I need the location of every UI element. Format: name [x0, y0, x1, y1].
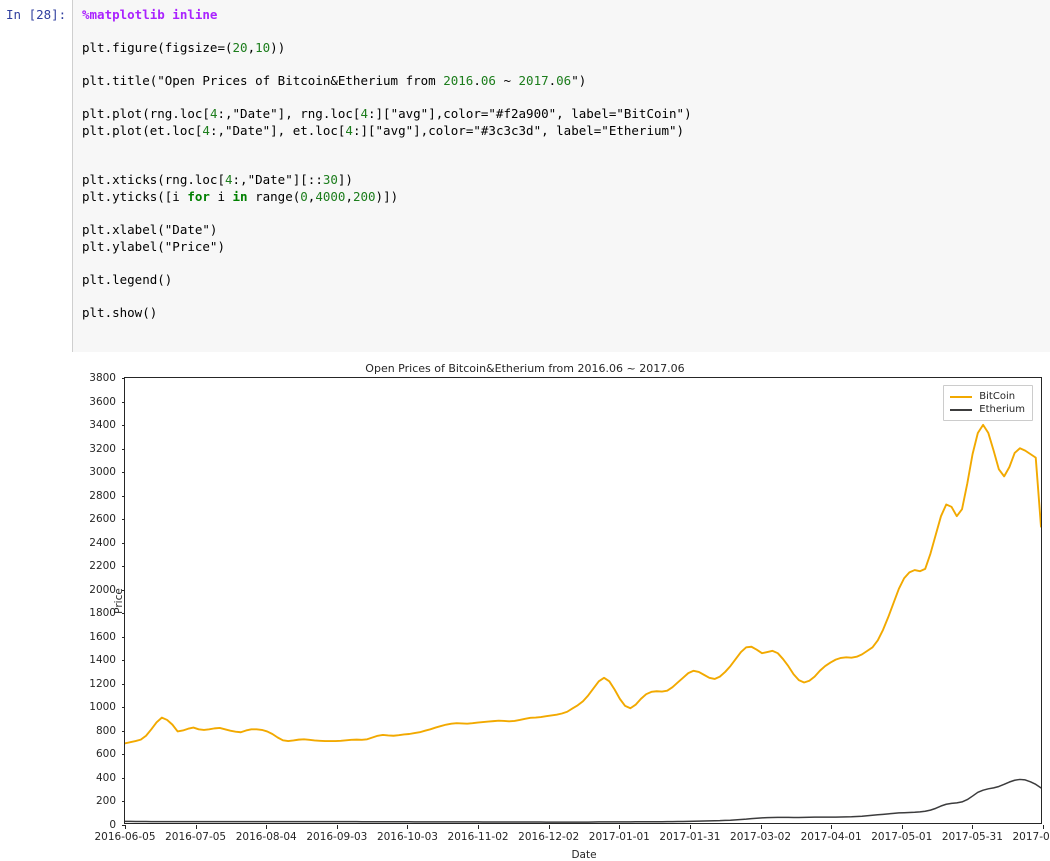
y-tick-label: 200 — [95, 795, 116, 808]
y-tick-mark — [121, 425, 125, 427]
x-tick-mark — [831, 825, 833, 829]
series-line-bitcoin — [125, 425, 1041, 744]
chart-legend: BitCoin Etherium — [943, 385, 1033, 421]
x-tick-mark — [407, 825, 409, 829]
cell-execution-prompt: In [28]: — [6, 7, 67, 22]
x-tick-mark — [901, 825, 903, 829]
y-tick-label: 2800 — [89, 489, 116, 502]
y-tick-label: 3400 — [89, 419, 116, 432]
series-line-etherium — [125, 779, 1041, 822]
x-tick-mark — [619, 825, 621, 829]
y-tick-label: 1600 — [89, 630, 116, 643]
y-tick-label: 2400 — [89, 536, 116, 549]
y-tick-label: 2000 — [89, 583, 116, 596]
code-source[interactable]: %matplotlib inline plt.figure(figsize=(2… — [82, 7, 692, 321]
y-tick-mark — [121, 707, 125, 709]
x-tick-label: 2017-06-30 — [1012, 831, 1050, 843]
y-tick-mark — [121, 566, 125, 568]
y-tick-mark — [121, 801, 125, 803]
code-editor[interactable]: %matplotlib inline plt.figure(figsize=(2… — [72, 0, 1050, 352]
x-tick-mark — [478, 825, 480, 829]
chart-lines-svg — [125, 378, 1041, 823]
y-tick-label: 400 — [95, 771, 116, 784]
notebook-input-cell: In [28]: %matplotlib inline plt.figure(f… — [0, 0, 1050, 352]
y-tick-label: 3800 — [89, 372, 116, 384]
y-tick-mark — [121, 472, 125, 474]
y-tick-label: 2600 — [89, 513, 116, 526]
y-tick-mark — [121, 542, 125, 544]
legend-swatch-etherium — [950, 408, 973, 411]
x-tick-mark — [1043, 825, 1044, 829]
y-tick-label: 800 — [95, 724, 116, 737]
y-tick-label: 1000 — [89, 701, 116, 714]
y-tick-mark — [121, 401, 125, 403]
x-tick-mark — [548, 825, 550, 829]
y-tick-label: 0 — [109, 819, 116, 831]
y-tick-mark — [121, 378, 125, 379]
y-tick-mark — [121, 777, 125, 779]
y-tick-label: 1400 — [89, 654, 116, 667]
x-tick-mark — [972, 825, 974, 829]
legend-label-bitcoin: BitCoin — [979, 391, 1016, 402]
y-tick-label: 1200 — [89, 677, 116, 690]
x-tick-mark — [760, 825, 762, 829]
legend-item-etherium: Etherium — [950, 403, 1025, 416]
chart-plot-area: 0 200 400 600 800 1000 1200 1400 1600 1800 2000 220… — [89, 372, 1050, 861]
y-tick-mark — [121, 636, 125, 638]
chart-title: Open Prices of Bitcoin&Etherium from 201… — [365, 362, 685, 375]
y-tick-label: 1800 — [89, 607, 116, 620]
y-tick-label: 600 — [95, 748, 116, 761]
x-axis-label: Date — [571, 849, 597, 861]
y-tick-mark — [121, 754, 125, 756]
x-tick-mark — [266, 825, 268, 829]
legend-item-bitcoin: BitCoin — [950, 390, 1025, 403]
y-tick-mark — [121, 683, 125, 685]
y-tick-label: 3000 — [89, 466, 116, 479]
y-tick-label: 2200 — [89, 560, 116, 573]
y-axis-label: Price — [113, 587, 125, 614]
x-tick-mark — [689, 825, 691, 829]
x-tick-mark — [195, 825, 197, 829]
y-tick-label: 3200 — [89, 442, 116, 455]
y-tick-mark — [121, 519, 125, 521]
matplotlib-figure-output: Open Prices of Bitcoin&Etherium from 201… — [0, 352, 1050, 861]
y-tick-mark — [121, 660, 125, 662]
y-tick-label: 3600 — [89, 395, 116, 408]
legend-label-etherium: Etherium — [979, 404, 1025, 415]
y-tick-mark — [121, 495, 125, 497]
legend-swatch-bitcoin — [950, 395, 973, 398]
y-tick-mark — [121, 730, 125, 732]
x-tick-mark — [336, 825, 338, 829]
y-tick-mark — [121, 448, 125, 450]
x-tick-mark — [125, 825, 126, 829]
